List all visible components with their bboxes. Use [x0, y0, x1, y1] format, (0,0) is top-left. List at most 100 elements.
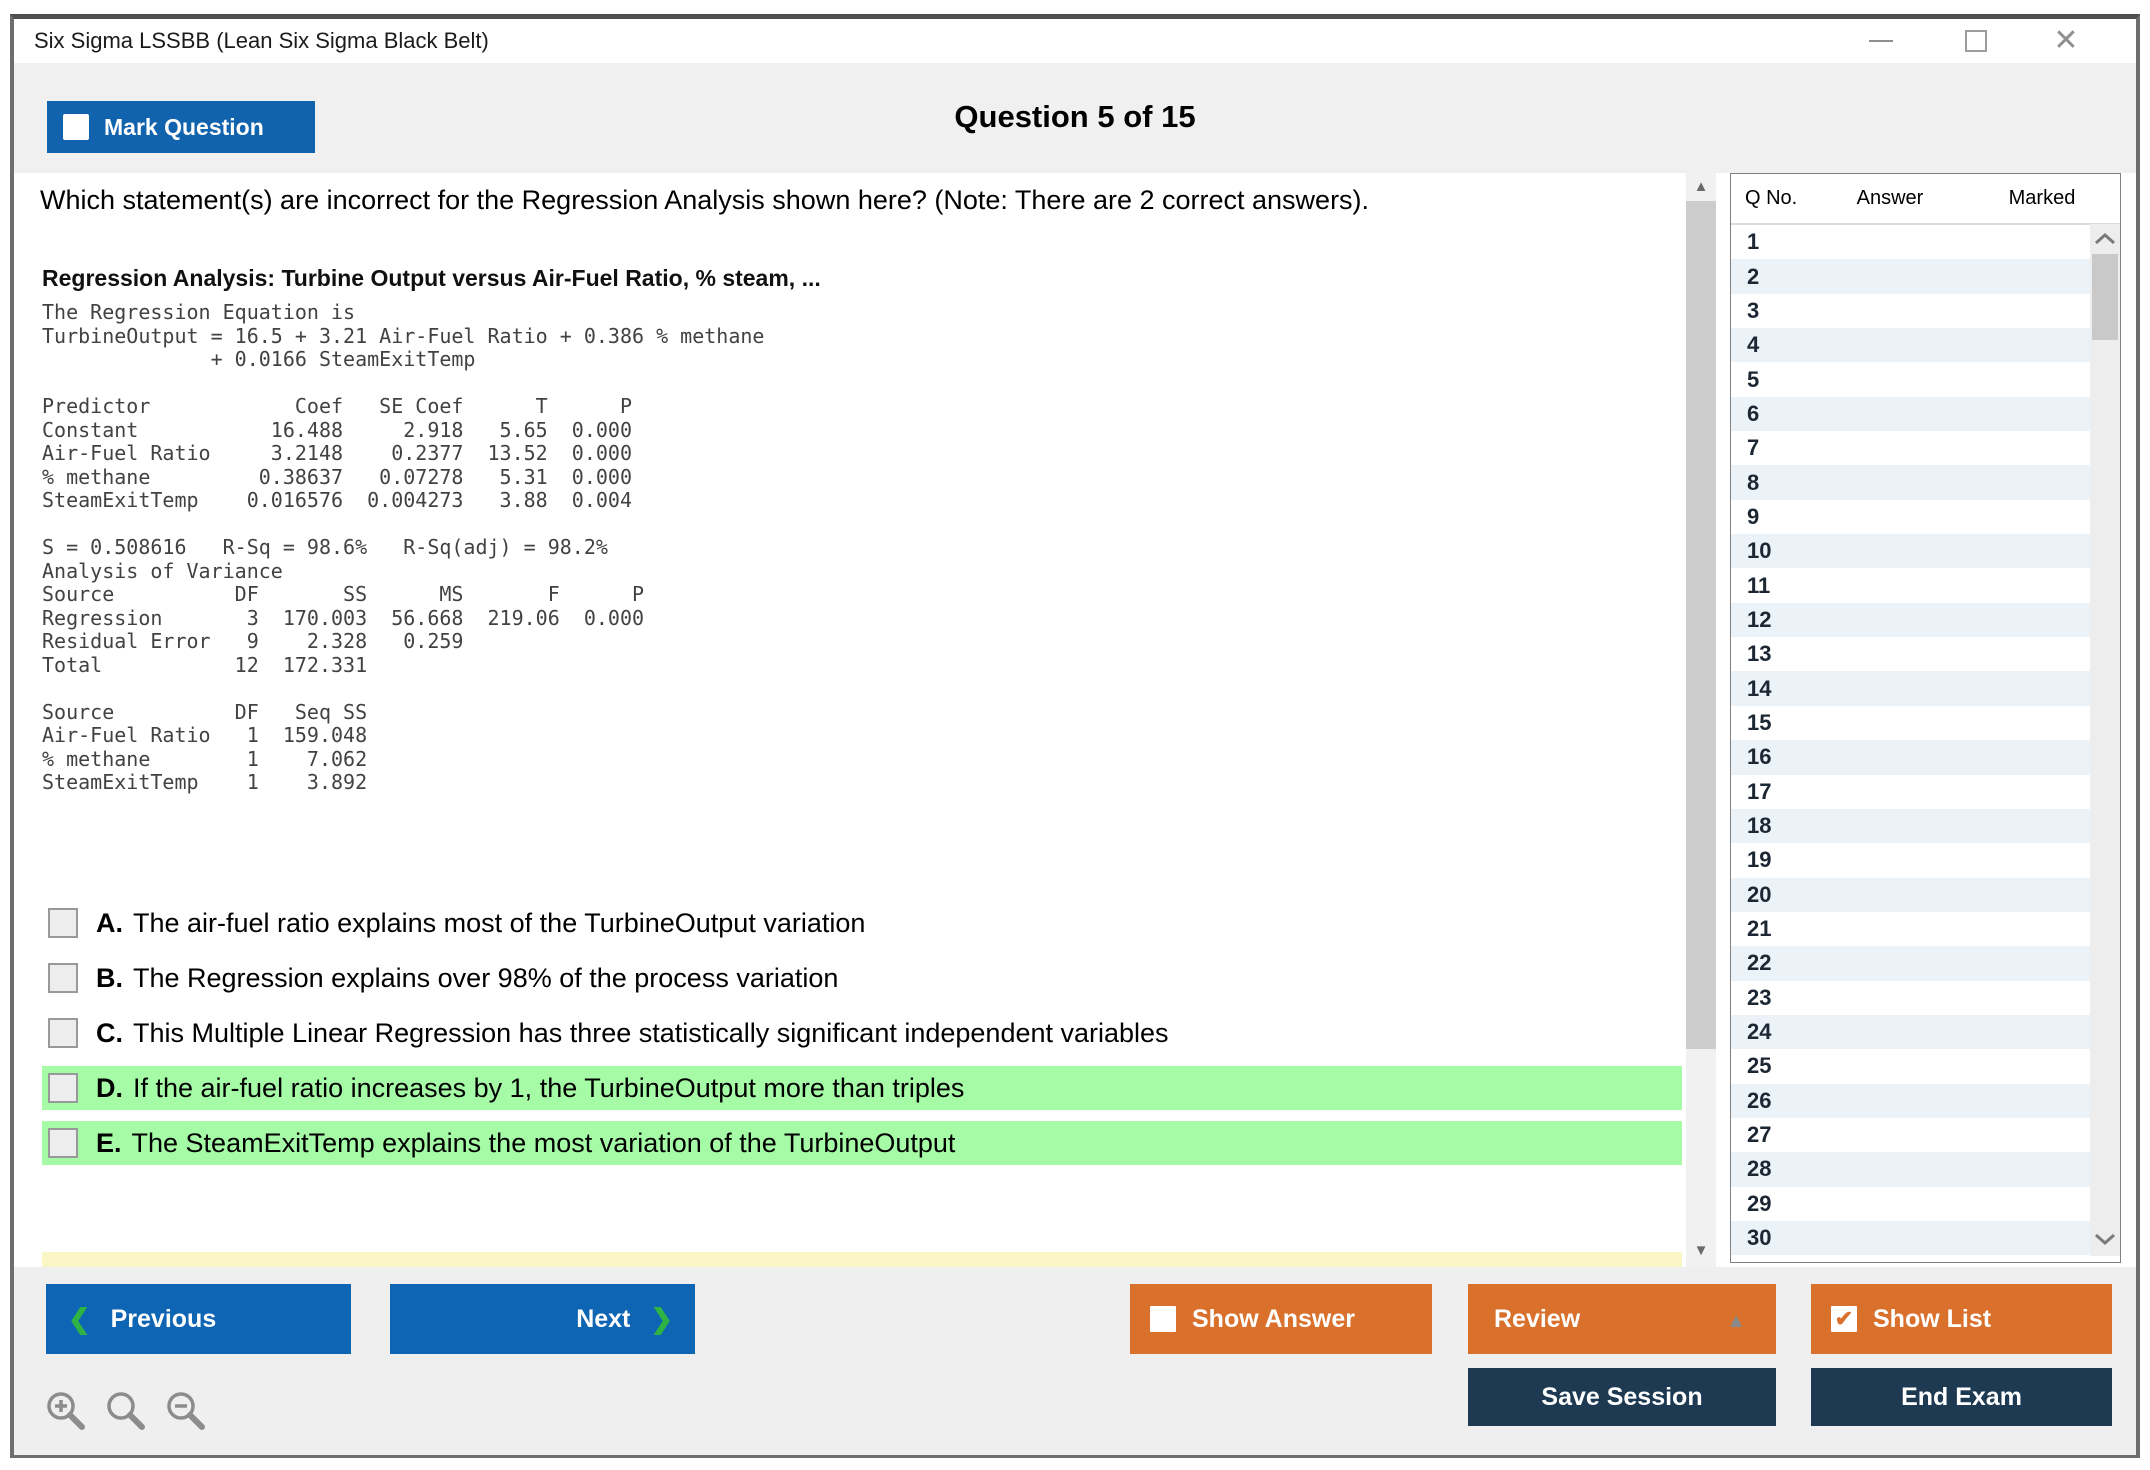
maximize-icon: [1965, 30, 1987, 52]
show-answer-button[interactable]: Show Answer: [1130, 1284, 1432, 1354]
show-list-button[interactable]: ✔ Show List: [1811, 1284, 2112, 1354]
question-list-row-29[interactable]: 29: [1731, 1187, 2090, 1221]
question-list-row-13[interactable]: 13: [1731, 637, 2090, 671]
row-q-no: 7: [1731, 435, 1811, 461]
minimize-button[interactable]: [1859, 23, 1903, 59]
question-list-row-14[interactable]: 14: [1731, 671, 2090, 705]
scroll-up-arrow-icon[interactable]: ▲: [1686, 178, 1716, 195]
row-q-no: 28: [1731, 1156, 1811, 1182]
column-header-marked: Marked: [1977, 187, 2107, 210]
question-list-row-17[interactable]: 17: [1731, 775, 2090, 809]
question-list-row-1[interactable]: 1: [1731, 225, 2090, 259]
list-scroll-down-icon[interactable]: [2092, 1230, 2118, 1248]
previous-chevron-icon: ❮: [68, 1306, 91, 1333]
row-q-no: 29: [1731, 1191, 1811, 1217]
content-scrollbar-thumb[interactable]: [1686, 201, 1716, 1049]
question-list-row-10[interactable]: 10: [1731, 534, 2090, 568]
question-list-row-25[interactable]: 25: [1731, 1049, 2090, 1083]
question-list-row-12[interactable]: 12: [1731, 603, 2090, 637]
row-q-no: 11: [1731, 573, 1811, 599]
row-q-no: 19: [1731, 847, 1811, 873]
question-list-scrollbar-thumb[interactable]: [2092, 254, 2118, 340]
question-content-area: Which statement(s) are incorrect for the…: [14, 173, 1686, 1267]
question-list-row-16[interactable]: 16: [1731, 740, 2090, 774]
row-q-no: 8: [1731, 470, 1811, 496]
question-list-row-18[interactable]: 18: [1731, 809, 2090, 843]
question-list-row-27[interactable]: 27: [1731, 1118, 2090, 1152]
row-q-no: 5: [1731, 367, 1811, 393]
option-checkbox[interactable]: [48, 1018, 78, 1048]
end-exam-button[interactable]: End Exam: [1811, 1368, 2112, 1426]
review-button[interactable]: Review ▲: [1468, 1284, 1776, 1354]
header-strip: Mark Question Question 5 of 15: [14, 63, 2136, 173]
option-checkbox[interactable]: [48, 1073, 78, 1103]
option-d[interactable]: D.If the air-fuel ratio increases by 1, …: [42, 1066, 1682, 1110]
option-text: If the air-fuel ratio increases by 1, th…: [133, 1073, 964, 1104]
save-session-button[interactable]: Save Session: [1468, 1368, 1776, 1426]
question-list-row-9[interactable]: 9: [1731, 500, 2090, 534]
option-text: The Regression explains over 98% of the …: [133, 963, 838, 994]
option-a[interactable]: A.The air-fuel ratio explains most of th…: [42, 901, 1682, 945]
row-q-no: 9: [1731, 504, 1811, 530]
question-list-row-6[interactable]: 6: [1731, 397, 2090, 431]
question-list-row-23[interactable]: 23: [1731, 981, 2090, 1015]
row-q-no: 20: [1731, 882, 1811, 908]
question-list-row-4[interactable]: 4: [1731, 328, 2090, 362]
footer-bar: ❮ Previous Next ❯ Show Answer Review ▲ ✔…: [14, 1267, 2136, 1455]
row-q-no: 10: [1731, 538, 1811, 564]
question-list-row-15[interactable]: 15: [1731, 706, 2090, 740]
save-session-label: Save Session: [1541, 1383, 1702, 1412]
option-checkbox[interactable]: [48, 908, 78, 938]
question-list-row-2[interactable]: 2: [1731, 259, 2090, 293]
question-list-scrollbar[interactable]: [2090, 224, 2120, 1256]
list-scroll-up-icon[interactable]: [2092, 230, 2118, 248]
option-checkbox[interactable]: [48, 963, 78, 993]
row-q-no: 13: [1731, 641, 1811, 667]
question-list-row-30[interactable]: 30: [1731, 1221, 2090, 1255]
question-list-row-3[interactable]: 3: [1731, 294, 2090, 328]
row-q-no: 27: [1731, 1122, 1811, 1148]
column-header-qno: Q No.: [1731, 187, 1825, 210]
option-checkbox[interactable]: [48, 1128, 78, 1158]
row-q-no: 3: [1731, 298, 1811, 324]
option-b[interactable]: B. The Regression explains over 98% of th…: [42, 956, 1682, 1000]
question-list-row-28[interactable]: 28: [1731, 1152, 2090, 1186]
close-icon: ✕: [2053, 26, 2078, 56]
option-letter: B.: [96, 963, 123, 994]
question-list-row-11[interactable]: 11: [1731, 568, 2090, 602]
show-answer-checkbox[interactable]: [1150, 1306, 1176, 1332]
show-list-checkbox[interactable]: ✔: [1831, 1306, 1857, 1332]
question-list-row-7[interactable]: 7: [1731, 431, 2090, 465]
option-c[interactable]: C.This Multiple Linear Regression has th…: [42, 1011, 1682, 1055]
question-list-row-8[interactable]: 8: [1731, 465, 2090, 499]
row-q-no: 4: [1731, 332, 1811, 358]
zoom-reset-icon[interactable]: [104, 1389, 148, 1433]
question-list-row-20[interactable]: 20: [1731, 878, 2090, 912]
zoom-in-icon[interactable]: [44, 1389, 88, 1433]
end-exam-label: End Exam: [1901, 1383, 2022, 1412]
row-q-no: 12: [1731, 607, 1811, 633]
option-e[interactable]: E.The SteamExitTemp explains the most va…: [42, 1121, 1682, 1165]
row-q-no: 15: [1731, 710, 1811, 736]
maximize-button[interactable]: [1954, 23, 1998, 59]
row-q-no: 18: [1731, 813, 1811, 839]
row-q-no: 16: [1731, 744, 1811, 770]
question-list-row-21[interactable]: 21: [1731, 912, 2090, 946]
content-scrollbar[interactable]: ▲ ▼: [1686, 173, 1716, 1267]
question-list-row-26[interactable]: 26: [1731, 1084, 2090, 1118]
question-list-row-22[interactable]: 22: [1731, 946, 2090, 980]
regression-analysis-title: Regression Analysis: Turbine Output vers…: [42, 265, 821, 292]
next-button[interactable]: Next ❯: [390, 1284, 695, 1354]
question-list-row-19[interactable]: 19: [1731, 843, 2090, 877]
previous-button[interactable]: ❮ Previous: [46, 1284, 351, 1354]
option-letter: E.: [96, 1128, 122, 1159]
zoom-out-icon[interactable]: [164, 1389, 208, 1433]
scroll-down-arrow-icon[interactable]: ▼: [1686, 1242, 1716, 1259]
row-q-no: 6: [1731, 401, 1811, 427]
question-list-row-24[interactable]: 24: [1731, 1015, 2090, 1049]
answer-options: A.The air-fuel ratio explains most of th…: [42, 901, 1682, 1176]
next-chevron-icon: ❯: [650, 1306, 673, 1333]
row-q-no: 26: [1731, 1088, 1811, 1114]
close-button[interactable]: ✕: [2044, 23, 2088, 59]
question-list-row-5[interactable]: 5: [1731, 362, 2090, 396]
